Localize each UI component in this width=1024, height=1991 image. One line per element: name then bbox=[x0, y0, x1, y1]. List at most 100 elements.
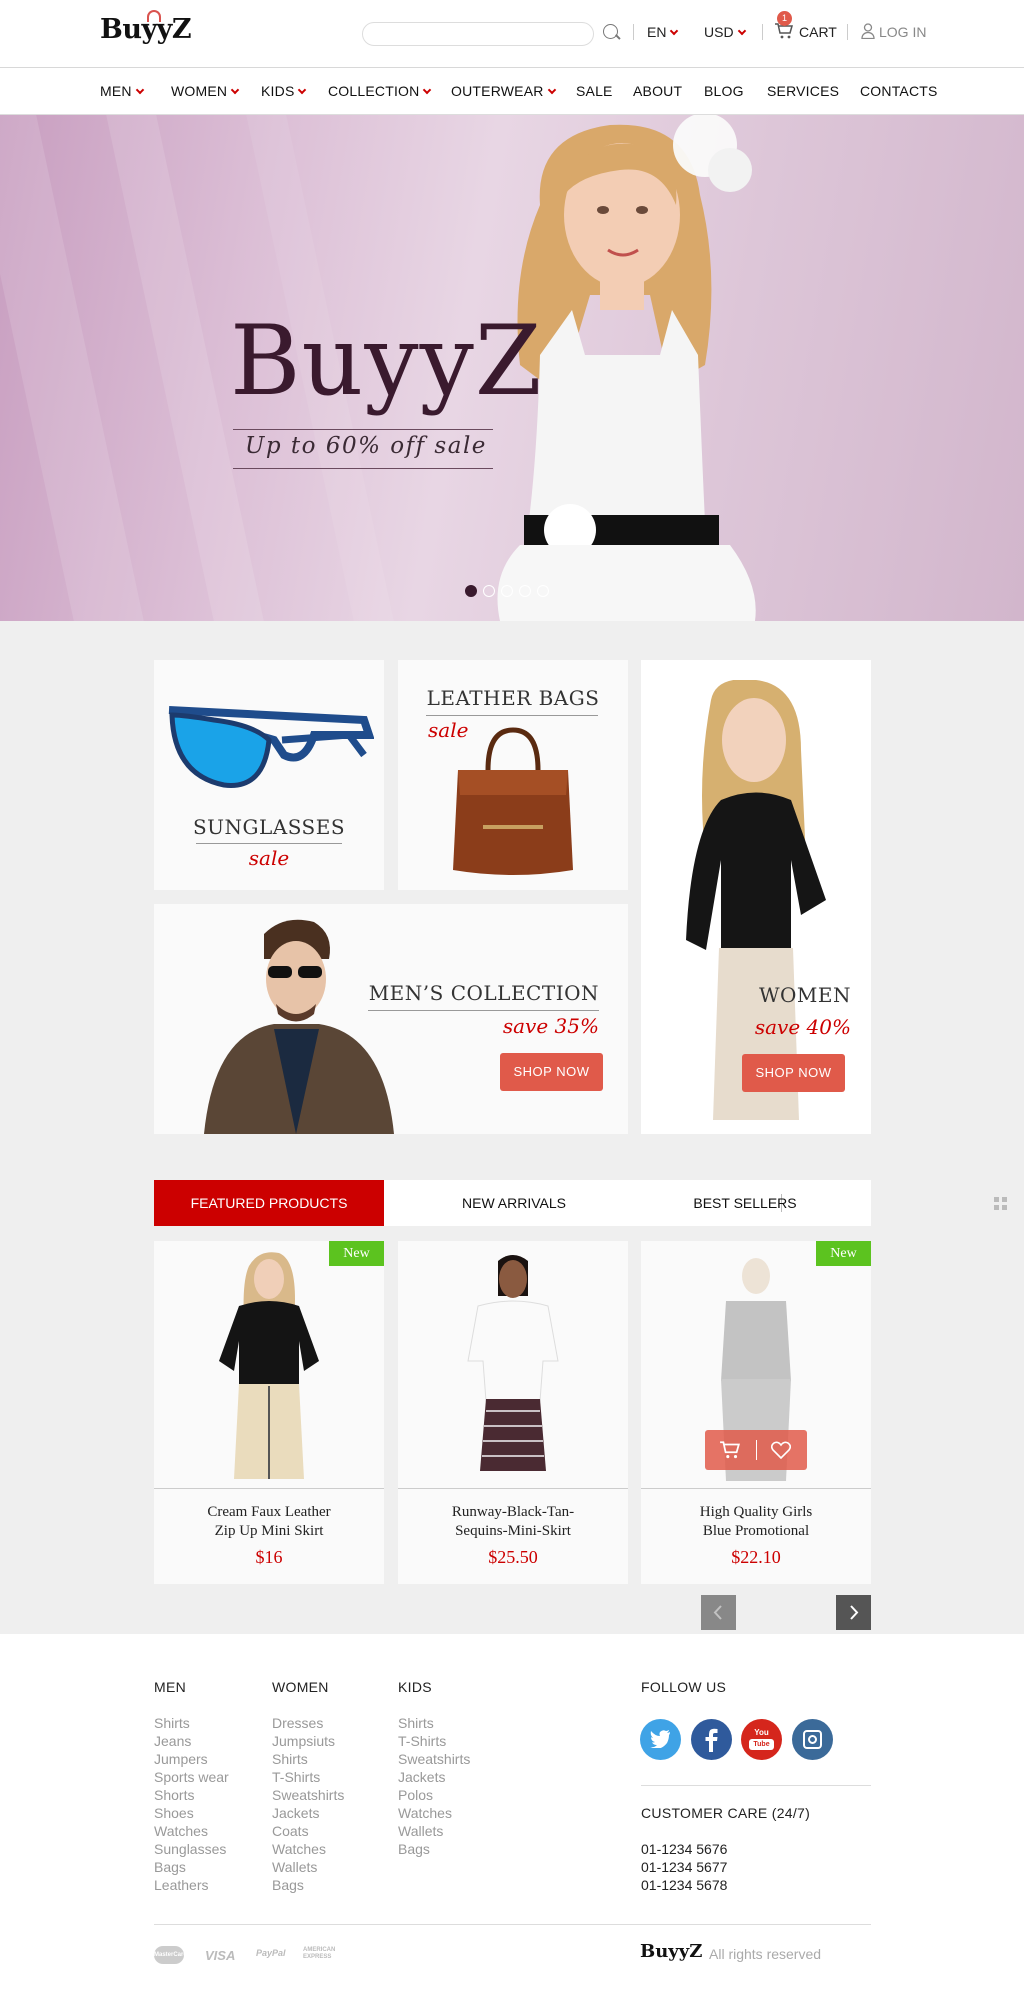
product-image[interactable] bbox=[398, 1241, 628, 1489]
footer-link[interactable]: Watches bbox=[272, 1840, 344, 1858]
footer-link[interactable]: Bags bbox=[154, 1858, 229, 1876]
promo-sunglasses[interactable]: SUNGLASSES sale bbox=[154, 660, 384, 890]
nav-item-outerwear[interactable]: OUTERWEAR bbox=[451, 83, 556, 99]
footer-link[interactable]: Polos bbox=[398, 1786, 470, 1804]
product-card[interactable]: Runway-Black-Tan- Sequins-Mini-Skirt $25.… bbox=[398, 1241, 628, 1584]
hero-slider[interactable]: BuyyZ Up to 60% off sale bbox=[0, 115, 1024, 621]
product-name[interactable]: Runway-Black-Tan- Sequins-Mini-Skirt bbox=[398, 1503, 628, 1541]
promo-women[interactable]: WOMEN save 40% SHOP NOW bbox=[641, 660, 871, 1134]
search-input[interactable] bbox=[362, 22, 594, 46]
promo-tag: sale bbox=[248, 846, 290, 870]
slider-dot[interactable] bbox=[519, 585, 531, 597]
nav-item-blog[interactable]: BLOG bbox=[704, 83, 744, 99]
tab-best-sellers[interactable]: BEST SELLERS bbox=[630, 1180, 860, 1226]
footer-link[interactable]: Watches bbox=[398, 1804, 470, 1822]
product-card[interactable]: New High Quality Girls Blue Promotional $… bbox=[641, 1241, 871, 1584]
footer-link[interactable]: Sweatshirts bbox=[398, 1750, 470, 1768]
promo-leather-bags[interactable]: LEATHER BAGS sale bbox=[398, 660, 628, 890]
cart-link[interactable]: CART bbox=[799, 24, 837, 40]
nav-item-collection[interactable]: COLLECTION bbox=[328, 83, 432, 99]
footer-link[interactable]: Shirts bbox=[398, 1714, 470, 1732]
currency-selector[interactable]: USD bbox=[704, 24, 746, 40]
footer-link[interactable]: T-Shirts bbox=[272, 1768, 344, 1786]
footer-link[interactable]: Dresses bbox=[272, 1714, 344, 1732]
phone-number[interactable]: 01-1234 5677 bbox=[641, 1859, 727, 1875]
language-selector[interactable]: EN bbox=[647, 24, 679, 40]
product-name-line: Zip Up Mini Skirt bbox=[214, 1523, 324, 1539]
login-link[interactable]: LOG IN bbox=[879, 24, 926, 40]
paypal-icon: PayPal bbox=[256, 1948, 286, 1958]
header-divider bbox=[762, 24, 763, 40]
tab-featured-products[interactable]: FEATURED PRODUCTS bbox=[154, 1180, 384, 1226]
youtube-icon[interactable]: You Tube bbox=[741, 1719, 782, 1760]
footer-link[interactable]: Coats bbox=[272, 1822, 344, 1840]
grid-view-icon[interactable] bbox=[994, 1197, 1007, 1210]
product-name[interactable]: High Quality Girls Blue Promotional bbox=[641, 1503, 871, 1541]
product-card[interactable]: New Cream Faux Leather Zip Up Mini Skirt … bbox=[154, 1241, 384, 1584]
footer-link[interactable]: T-Shirts bbox=[398, 1732, 470, 1750]
footer-link[interactable]: Sunglasses bbox=[154, 1840, 229, 1858]
nav-item-kids[interactable]: KIDS bbox=[261, 83, 307, 99]
twitter-icon[interactable] bbox=[640, 1719, 681, 1760]
instagram-icon[interactable] bbox=[792, 1719, 833, 1760]
slider-dot[interactable] bbox=[537, 585, 549, 597]
chevron-down-icon bbox=[423, 85, 432, 95]
slider-dot[interactable] bbox=[465, 585, 477, 597]
phone-number[interactable]: 01-1234 5676 bbox=[641, 1841, 727, 1857]
footer-link[interactable]: Sports wear bbox=[154, 1768, 229, 1786]
nav-item-sale[interactable]: SALE bbox=[576, 83, 613, 99]
search-icon[interactable] bbox=[603, 24, 618, 39]
footer-logo[interactable]: BuyyZ bbox=[640, 1941, 702, 1962]
footer-link[interactable]: Wallets bbox=[398, 1822, 470, 1840]
nav-item-services[interactable]: SERVICES bbox=[767, 83, 839, 99]
nav-item-about[interactable]: ABOUT bbox=[633, 83, 682, 99]
product-price: $25.50 bbox=[488, 1547, 538, 1567]
promo-mens-collection[interactable]: MEN’S COLLECTION save 35% SHOP NOW bbox=[154, 904, 628, 1134]
footer-link[interactable]: Jumpsiuts bbox=[272, 1732, 344, 1750]
site-logo[interactable]: BuyyZ bbox=[100, 10, 192, 45]
add-to-cart-icon[interactable] bbox=[719, 1441, 741, 1459]
phone-number[interactable]: 01-1234 5678 bbox=[641, 1877, 727, 1893]
nav-item-women[interactable]: WOMEN bbox=[171, 83, 240, 99]
facebook-icon[interactable] bbox=[691, 1719, 732, 1760]
footer-link[interactable]: Bags bbox=[398, 1840, 470, 1858]
carousel-prev-button[interactable] bbox=[701, 1595, 736, 1630]
footer-link[interactable]: Bags bbox=[272, 1876, 344, 1894]
footer-link[interactable]: Jeans bbox=[154, 1732, 229, 1750]
footer-link[interactable]: Wallets bbox=[272, 1858, 344, 1876]
chevron-down-icon bbox=[135, 85, 144, 95]
tab-new-arrivals[interactable]: NEW ARRIVALS bbox=[399, 1180, 629, 1226]
men-shop-now-button[interactable]: SHOP NOW bbox=[500, 1053, 603, 1091]
footer-link[interactable]: Sweatshirts bbox=[272, 1786, 344, 1804]
footer-link[interactable]: Watches bbox=[154, 1822, 229, 1840]
amex-icon: AMERICAN EXPRESS bbox=[303, 1947, 336, 1960]
product-actions bbox=[705, 1430, 807, 1470]
nav-item-men[interactable]: MEN bbox=[100, 83, 144, 99]
nav-item-contacts[interactable]: CONTACTS bbox=[860, 83, 938, 99]
footer-link[interactable]: Jackets bbox=[398, 1768, 470, 1786]
footer-link[interactable]: Jumpers bbox=[154, 1750, 229, 1768]
wishlist-heart-icon[interactable] bbox=[771, 1441, 791, 1459]
slider-dot[interactable] bbox=[501, 585, 513, 597]
product-name[interactable]: Cream Faux Leather Zip Up Mini Skirt bbox=[154, 1503, 384, 1541]
product-image[interactable] bbox=[641, 1241, 871, 1489]
product-model-image bbox=[219, 1252, 319, 1479]
slider-dot[interactable] bbox=[483, 585, 495, 597]
product-image[interactable] bbox=[154, 1241, 384, 1489]
product-name-line: Blue Promotional bbox=[702, 1523, 810, 1539]
footer-link[interactable]: Shoes bbox=[154, 1804, 229, 1822]
slider-dots bbox=[465, 585, 555, 599]
user-icon[interactable] bbox=[861, 23, 875, 39]
carousel-next-button[interactable] bbox=[836, 1595, 871, 1630]
women-shop-now-button[interactable]: SHOP NOW bbox=[742, 1054, 845, 1092]
sunglasses-image bbox=[168, 706, 374, 788]
product-price: $16 bbox=[255, 1547, 283, 1567]
footer-link[interactable]: Jackets bbox=[272, 1804, 344, 1822]
footer-link[interactable]: Shirts bbox=[154, 1714, 229, 1732]
footer-link[interactable]: Shorts bbox=[154, 1786, 229, 1804]
footer-link[interactable]: Shirts bbox=[272, 1750, 344, 1768]
cart-count-badge: 1 bbox=[777, 11, 792, 26]
promo-underline bbox=[426, 715, 598, 716]
footer-link[interactable]: Leathers bbox=[154, 1876, 229, 1894]
product-tabs: FEATURED PRODUCTS NEW ARRIVALS BEST SELL… bbox=[154, 1180, 1007, 1226]
